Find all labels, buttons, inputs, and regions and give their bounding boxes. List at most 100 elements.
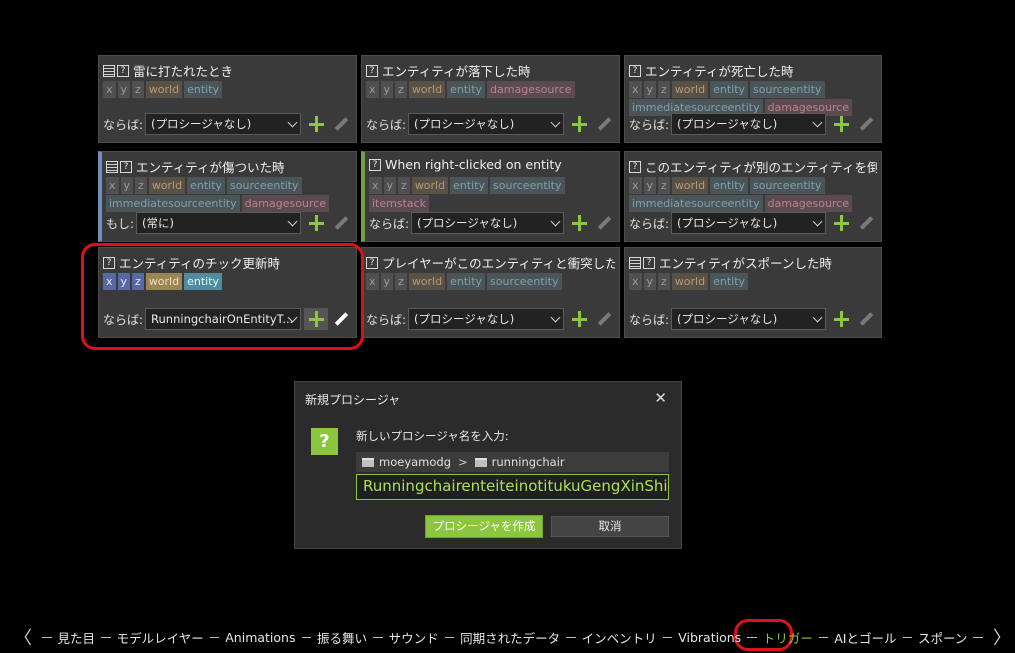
dependency-chip: sourceentity [750,177,825,194]
procedure-select[interactable]: RunningchairOnEntityT... [145,308,301,330]
dependency-chip: world [148,177,186,194]
procedure-select[interactable]: (プロシージャなし) [411,212,564,234]
nav-tab[interactable]: トリガー [763,628,813,647]
create-procedure-button[interactable]: プロシージャを作成 [425,515,543,538]
procedure-row: ならば: RunningchairOnEntityT... [103,308,352,330]
nav-tab[interactable]: スポーン [918,628,967,647]
procedure-select[interactable]: (常に) [136,212,301,234]
edit-pencil-icon[interactable] [593,308,615,330]
condition-label: もし: [106,216,135,231]
dependency-chip: z [395,273,407,290]
dependency-chip: x [103,273,116,290]
document-icon [106,160,118,173]
nav-tab[interactable]: AIとゴール [834,628,896,647]
chevron-down-icon [812,117,823,128]
condition-label: ならば: [103,312,144,327]
procedure-name-input[interactable]: RunningchairenteiteinotitukuGengXinShi [356,474,669,500]
help-icon[interactable]: ? [120,160,132,173]
add-procedure-icon[interactable] [567,308,591,330]
dependency-chip: world [671,273,709,290]
add-procedure-icon[interactable] [567,212,591,234]
nav-tab[interactable]: サウンド [389,628,439,647]
dependency-chip: y [643,81,657,98]
dependency-chip: x [629,177,642,194]
help-icon[interactable]: ? [103,256,115,269]
add-procedure-icon[interactable] [567,113,591,135]
help-icon[interactable]: ? [629,64,641,77]
nav-connector [662,636,673,638]
dependency-list: x y z world entity sourceentity itemstack [369,177,615,212]
procedure-select[interactable]: (プロシージャなし) [671,113,826,135]
folder-icon [474,457,487,467]
procedure-select[interactable]: (プロシージャなし) [408,308,564,330]
edit-pencil-icon[interactable] [855,212,877,234]
procedure-row: もし: (常に) [106,212,352,234]
condition-label: ならば: [366,312,407,327]
add-procedure-icon[interactable] [829,113,853,135]
trigger-title-text: When right-clicked on entity [385,157,562,172]
help-icon[interactable]: ? [629,160,641,173]
help-icon[interactable]: ? [643,256,655,269]
cancel-button[interactable]: 取消 [551,516,669,537]
procedure-select[interactable]: (プロシージャなし) [145,113,301,135]
chevron-left-icon[interactable]: 〈 [14,624,32,650]
help-icon[interactable]: ? [366,64,378,77]
help-icon[interactable]: ? [369,158,381,171]
edit-pencil-icon[interactable] [855,308,877,330]
dependency-list: x y z world entity sourceentity immediatesourc… [629,81,877,116]
dependency-list: x y z world entity damagesource [366,81,615,98]
edit-pencil-icon[interactable] [330,212,352,234]
dependency-chip: entity [447,273,486,290]
edit-pencil-icon[interactable] [855,113,877,135]
nav-connector [42,636,52,638]
dependency-chip: z [398,177,410,194]
close-icon[interactable]: ✕ [654,389,667,407]
procedure-select[interactable]: (プロシージャなし) [408,113,564,135]
trigger-title-text: エンティティがスポーンした時 [659,256,832,271]
chevron-down-icon [550,117,561,128]
chevron-down-icon [812,312,823,323]
dependency-list: x y z world entity [103,273,352,290]
procedure-select[interactable]: (プロシージャなし) [671,212,826,234]
edit-pencil-icon[interactable] [330,308,352,330]
edit-pencil-icon[interactable] [593,212,615,234]
condition-label: ならば: [629,216,670,231]
add-procedure-icon[interactable] [304,113,328,135]
nav-tab[interactable]: 見た目 [58,628,96,647]
nav-tab[interactable]: Vibrations [678,630,741,645]
add-procedure-icon[interactable] [304,308,328,330]
dependency-chip: entity [447,81,486,98]
help-icon[interactable]: ? [366,256,378,269]
question-icon: ? [311,428,338,455]
nav-tab[interactable]: モデルレイヤー [117,628,204,647]
chevron-right-icon[interactable]: 〉 [993,624,1011,650]
trigger-title-text: エンティティが傷ついた時 [136,160,285,175]
nav-connector [301,636,312,638]
help-icon[interactable]: ? [117,64,129,77]
add-procedure-icon[interactable] [304,212,328,234]
path-breadcrumb: moeyamodg > runningchair [356,452,669,472]
procedure-select[interactable]: (プロシージャなし) [671,308,826,330]
nav-tab[interactable]: インベントリ [582,628,657,647]
dependency-chip: z [135,177,147,194]
dependency-chip: sourceentity [750,81,825,98]
nav-tab[interactable]: 振る舞い [317,628,367,647]
nav-tab[interactable]: 同期されたデータ [460,628,560,647]
nav-tab[interactable]: Animations [225,630,295,645]
nav-connector [747,636,757,638]
edit-pencil-icon[interactable] [593,113,615,135]
dependency-chip: world [145,273,183,290]
add-procedure-icon[interactable] [829,212,853,234]
trigger-card: ? エンティティのチック更新時 x y z world entity ならば: Runningc… [98,247,357,338]
trigger-card: ?このエンティティが別のエンティティを倒した時xyzworldentitysou… [624,151,882,242]
dependency-chip: immediatesourceentity [629,195,763,212]
trigger-card: ?プレイヤーがこのエンティティと衝突したときxyzworldentitysour… [361,247,620,338]
add-procedure-icon[interactable] [829,308,853,330]
dependency-chip: y [117,81,131,98]
dependency-chip: entity [187,177,226,194]
edit-pencil-icon[interactable] [330,113,352,135]
dependency-list: x y z world entity [103,81,352,98]
trigger-card: ? 雷に打たれたとき x y z world entity ならば: (プロシージャなし) [98,55,357,143]
dependency-chip: sourceentity [227,177,302,194]
dependency-chip: entity [710,177,749,194]
